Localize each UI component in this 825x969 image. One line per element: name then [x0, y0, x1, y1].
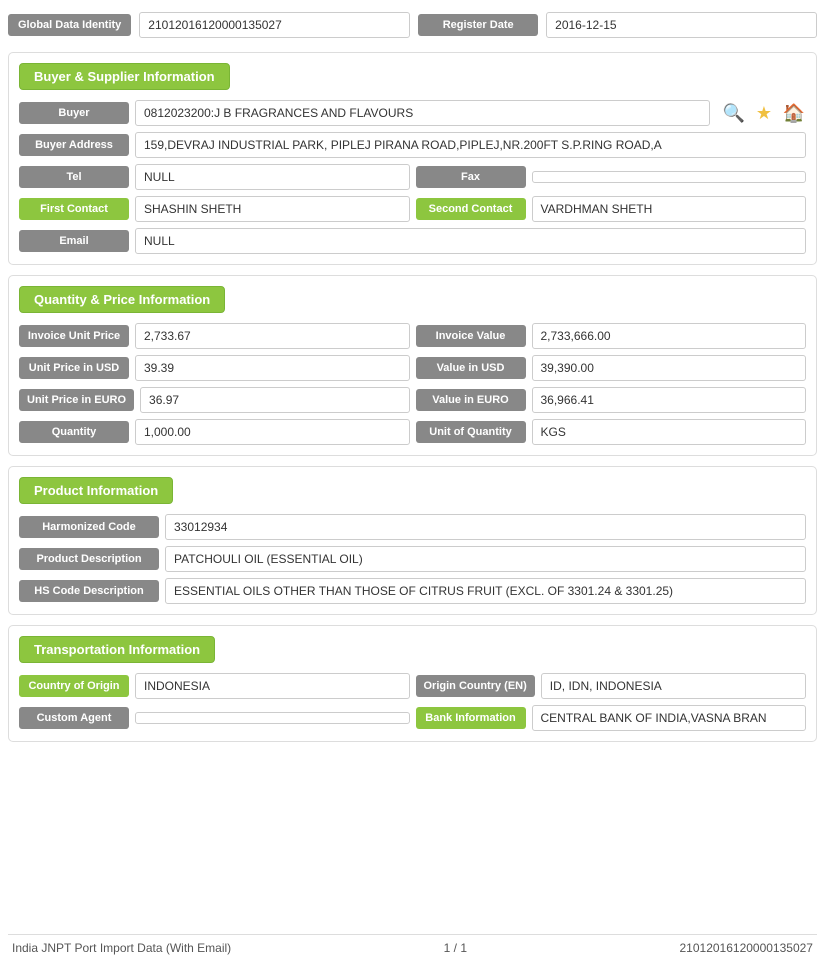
- tel-label: Tel: [19, 166, 129, 188]
- value-euro-col: Value in EURO 36,966.41: [416, 387, 807, 413]
- origin-row: Country of Origin INDONESIA Origin Count…: [19, 673, 806, 699]
- value-usd-label: Value in USD: [416, 357, 526, 379]
- global-data-identity-value: 21012016120000135027: [139, 12, 410, 38]
- unit-price-euro-col: Unit Price in EURO 36.97: [19, 387, 410, 413]
- value-usd-col: Value in USD 39,390.00: [416, 355, 807, 381]
- invoice-value-value: 2,733,666.00: [532, 323, 807, 349]
- euro-row: Unit Price in EURO 36.97 Value in EURO 3…: [19, 387, 806, 413]
- product-description-row: Product Description PATCHOULI OIL (ESSEN…: [19, 546, 806, 572]
- hs-code-description-value: ESSENTIAL OILS OTHER THAN THOSE OF CITRU…: [165, 578, 806, 604]
- global-data-identity-label: Global Data Identity: [8, 14, 131, 36]
- origin-country-en-value: ID, IDN, INDONESIA: [541, 673, 806, 699]
- buyer-icons: 🔍 ★ 🏠: [722, 101, 806, 125]
- product-info-header: Product Information: [19, 477, 173, 504]
- tel-col: Tel NULL: [19, 164, 410, 190]
- buyer-supplier-section: Buyer & Supplier Information Buyer 08120…: [8, 52, 817, 265]
- buyer-row: Buyer 0812023200:J B FRAGRANCES AND FLAV…: [19, 100, 806, 126]
- buyer-value: 0812023200:J B FRAGRANCES AND FLAVOURS: [135, 100, 710, 126]
- star-icon[interactable]: ★: [752, 101, 776, 125]
- hs-code-description-row: HS Code Description ESSENTIAL OILS OTHER…: [19, 578, 806, 604]
- value-euro-value: 36,966.41: [532, 387, 807, 413]
- quantity-value: 1,000.00: [135, 419, 410, 445]
- register-date-label: Register Date: [418, 14, 538, 36]
- footer-right: 21012016120000135027: [680, 941, 813, 955]
- fax-col: Fax: [416, 166, 807, 188]
- harmonized-code-value: 33012934: [165, 514, 806, 540]
- bank-row: Custom Agent Bank Information CENTRAL BA…: [19, 705, 806, 731]
- value-euro-label: Value in EURO: [416, 389, 526, 411]
- value-usd-value: 39,390.00: [532, 355, 807, 381]
- invoice-value-label: Invoice Value: [416, 325, 526, 347]
- bank-information-value: CENTRAL BANK OF INDIA,VASNA BRAN: [532, 705, 807, 731]
- invoice-unit-price-col: Invoice Unit Price 2,733.67: [19, 323, 410, 349]
- buyer-address-row: Buyer Address 159,DEVRAJ INDUSTRIAL PARK…: [19, 132, 806, 158]
- second-contact-value: VARDHMAN SHETH: [532, 196, 807, 222]
- origin-country-en-col: Origin Country (EN) ID, IDN, INDONESIA: [416, 673, 807, 699]
- transport-info-section: Transportation Information Country of Or…: [8, 625, 817, 742]
- first-contact-col: First Contact SHASHIN SHETH: [19, 196, 410, 222]
- tel-value: NULL: [135, 164, 410, 190]
- invoice-unit-price-value: 2,733.67: [135, 323, 410, 349]
- first-contact-value: SHASHIN SHETH: [135, 196, 410, 222]
- buyer-address-value: 159,DEVRAJ INDUSTRIAL PARK, PIPLEJ PIRAN…: [135, 132, 806, 158]
- custom-agent-label: Custom Agent: [19, 707, 129, 729]
- invoice-row: Invoice Unit Price 2,733.67 Invoice Valu…: [19, 323, 806, 349]
- unit-of-quantity-col: Unit of Quantity KGS: [416, 419, 807, 445]
- quantity-price-section: Quantity & Price Information Invoice Uni…: [8, 275, 817, 456]
- search-icon[interactable]: 🔍: [722, 101, 746, 125]
- buyer-label: Buyer: [19, 102, 129, 124]
- tel-fax-row: Tel NULL Fax: [19, 164, 806, 190]
- product-description-label: Product Description: [19, 548, 159, 570]
- origin-country-en-label: Origin Country (EN): [416, 675, 535, 697]
- page-wrapper: Global Data Identity 2101201612000013502…: [0, 0, 825, 969]
- quantity-price-header: Quantity & Price Information: [19, 286, 225, 313]
- product-info-section: Product Information Harmonized Code 3301…: [8, 466, 817, 615]
- global-data-row: Global Data Identity 2101201612000013502…: [8, 8, 817, 42]
- quantity-row: Quantity 1,000.00 Unit of Quantity KGS: [19, 419, 806, 445]
- bank-information-col: Bank Information CENTRAL BANK OF INDIA,V…: [416, 705, 807, 731]
- register-date-value: 2016-12-15: [546, 12, 817, 38]
- product-description-value: PATCHOULI OIL (ESSENTIAL OIL): [165, 546, 806, 572]
- hs-code-description-label: HS Code Description: [19, 580, 159, 602]
- fax-value: [532, 171, 807, 183]
- fax-label: Fax: [416, 166, 526, 188]
- country-of-origin-value: INDONESIA: [135, 673, 410, 699]
- country-of-origin-label: Country of Origin: [19, 675, 129, 697]
- unit-price-euro-value: 36.97: [140, 387, 409, 413]
- harmonized-code-label: Harmonized Code: [19, 516, 159, 538]
- footer-center: 1 / 1: [444, 941, 467, 955]
- email-row: Email NULL: [19, 228, 806, 254]
- buyer-supplier-header: Buyer & Supplier Information: [19, 63, 230, 90]
- transport-info-header: Transportation Information: [19, 636, 215, 663]
- custom-agent-col: Custom Agent: [19, 707, 410, 729]
- unit-of-quantity-label: Unit of Quantity: [416, 421, 526, 443]
- footer: India JNPT Port Import Data (With Email)…: [8, 934, 817, 961]
- email-label: Email: [19, 230, 129, 252]
- country-of-origin-col: Country of Origin INDONESIA: [19, 673, 410, 699]
- harmonized-code-row: Harmonized Code 33012934: [19, 514, 806, 540]
- custom-agent-value: [135, 712, 410, 724]
- second-contact-col: Second Contact VARDHMAN SHETH: [416, 196, 807, 222]
- unit-of-quantity-value: KGS: [532, 419, 807, 445]
- footer-left: India JNPT Port Import Data (With Email): [12, 941, 231, 955]
- unit-price-usd-label: Unit Price in USD: [19, 357, 129, 379]
- bank-information-label: Bank Information: [416, 707, 526, 729]
- unit-price-usd-col: Unit Price in USD 39.39: [19, 355, 410, 381]
- buyer-address-label: Buyer Address: [19, 134, 129, 156]
- contacts-row: First Contact SHASHIN SHETH Second Conta…: [19, 196, 806, 222]
- second-contact-label: Second Contact: [416, 198, 526, 220]
- invoice-unit-price-label: Invoice Unit Price: [19, 325, 129, 347]
- unit-price-usd-value: 39.39: [135, 355, 410, 381]
- unit-price-euro-label: Unit Price in EURO: [19, 389, 134, 411]
- email-value: NULL: [135, 228, 806, 254]
- usd-row: Unit Price in USD 39.39 Value in USD 39,…: [19, 355, 806, 381]
- quantity-col: Quantity 1,000.00: [19, 419, 410, 445]
- quantity-label: Quantity: [19, 421, 129, 443]
- invoice-value-col: Invoice Value 2,733,666.00: [416, 323, 807, 349]
- first-contact-label: First Contact: [19, 198, 129, 220]
- home-icon[interactable]: 🏠: [782, 101, 806, 125]
